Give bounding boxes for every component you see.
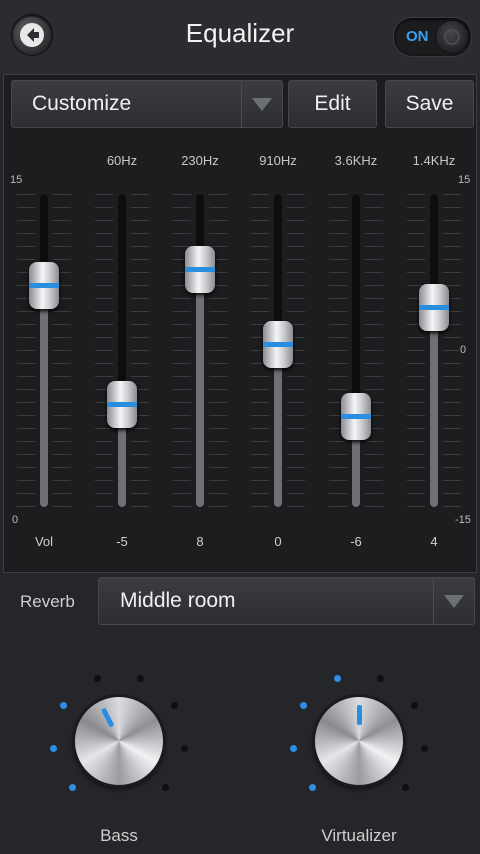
band-slider-track[interactable] (40, 194, 48, 507)
knob-level-dot (289, 744, 297, 752)
band-value-label: 4 (430, 534, 438, 549)
band-slider-thumb[interactable] (419, 284, 449, 331)
slider-ticks (209, 194, 227, 507)
band-value-label: -6 (350, 534, 362, 549)
band-slider-fill (40, 285, 48, 507)
band-slider-track[interactable] (430, 194, 438, 507)
band-slider-track[interactable] (196, 194, 204, 507)
reverb-value: Middle room (120, 589, 236, 612)
knob-level-dot (308, 784, 316, 792)
thumb-indicator (29, 283, 59, 288)
band-slider-thumb[interactable] (29, 262, 59, 309)
band-slider-track[interactable] (118, 194, 126, 507)
band-slider-thumb[interactable] (263, 321, 293, 368)
knob-level-dot (93, 675, 101, 683)
band-slider-thumb[interactable] (185, 246, 215, 293)
knob-level-dot (49, 744, 57, 752)
knob-level-dot (377, 675, 385, 683)
toggle-label: ON (406, 28, 429, 45)
toggle-knob (435, 20, 469, 54)
knob-label: Virtualizer (321, 826, 397, 845)
knob-level-dot (137, 675, 145, 683)
virtualizer-knob[interactable] (315, 697, 403, 785)
knob-label: Bass (100, 826, 138, 845)
band-slider-fill (274, 344, 282, 507)
knob-indicator (357, 705, 362, 725)
header-bar: Equalizer ON (0, 0, 480, 74)
band-value-label: Vol (34, 534, 54, 549)
dropdown-arrow-icon (241, 81, 282, 127)
dropdown-arrow-icon (433, 578, 474, 624)
slider-ticks (17, 194, 35, 507)
band-value-label: -5 (116, 534, 128, 549)
band-frequency-label: 60Hz (106, 153, 138, 168)
bass-knob[interactable] (75, 697, 163, 785)
knob-indicator (100, 707, 115, 728)
thumb-indicator (107, 402, 137, 407)
knob-level-dot (59, 702, 67, 710)
reverb-dropdown[interactable]: Middle room (98, 577, 475, 625)
band-slider-thumb[interactable] (107, 381, 137, 428)
band-frequency-label: 1.4KHz (412, 153, 456, 168)
knob-level-dot (68, 784, 76, 792)
slider-ticks (173, 194, 191, 507)
band-frequency-label: 230Hz (181, 153, 219, 168)
thumb-indicator (185, 267, 215, 272)
slider-ticks (53, 194, 71, 507)
slider-ticks (407, 194, 425, 507)
band-slider-thumb[interactable] (341, 393, 371, 440)
slider-ticks (365, 194, 383, 507)
knob-level-dot (171, 702, 179, 710)
thumb-indicator (263, 342, 293, 347)
preset-dropdown[interactable]: Customize (11, 80, 283, 128)
band-value-label: 8 (196, 534, 204, 549)
band-slider-fill (196, 269, 204, 507)
thumb-indicator (419, 305, 449, 310)
knob-level-dot (402, 784, 410, 792)
knob-level-dot (299, 702, 307, 710)
scale-left-bottom: 0 (12, 514, 19, 526)
save-button[interactable]: Save (385, 80, 474, 128)
thumb-indicator (341, 414, 371, 419)
scale-right-bottom: -15 (455, 514, 471, 526)
knob-level-dot (162, 784, 170, 792)
slider-ticks (443, 194, 461, 507)
equalizer-panel: Customize Edit Save 15 0 15 0 -15 Vol 60H… (3, 74, 477, 573)
band-frequency-label: 3.6KHz (334, 153, 378, 168)
preset-value: Customize (32, 92, 132, 115)
knob-level-dot (333, 675, 341, 683)
band-frequency-label: 910Hz (259, 153, 297, 168)
scale-left-top: 15 (10, 174, 23, 186)
equalizer-toggle[interactable]: ON (393, 17, 472, 57)
band-value-label: 0 (274, 534, 282, 549)
edit-button[interactable]: Edit (288, 80, 377, 128)
knob-level-dot (411, 702, 419, 710)
knob-level-dot (181, 744, 189, 752)
knob-level-dot (421, 744, 429, 752)
band-slider-track[interactable] (352, 194, 360, 507)
reverb-label: Reverb (20, 592, 75, 611)
band-slider-fill (430, 307, 438, 507)
slider-ticks (329, 194, 347, 507)
slider-ticks (95, 194, 113, 507)
slider-ticks (131, 194, 149, 507)
scale-right-top: 15 (458, 174, 471, 186)
